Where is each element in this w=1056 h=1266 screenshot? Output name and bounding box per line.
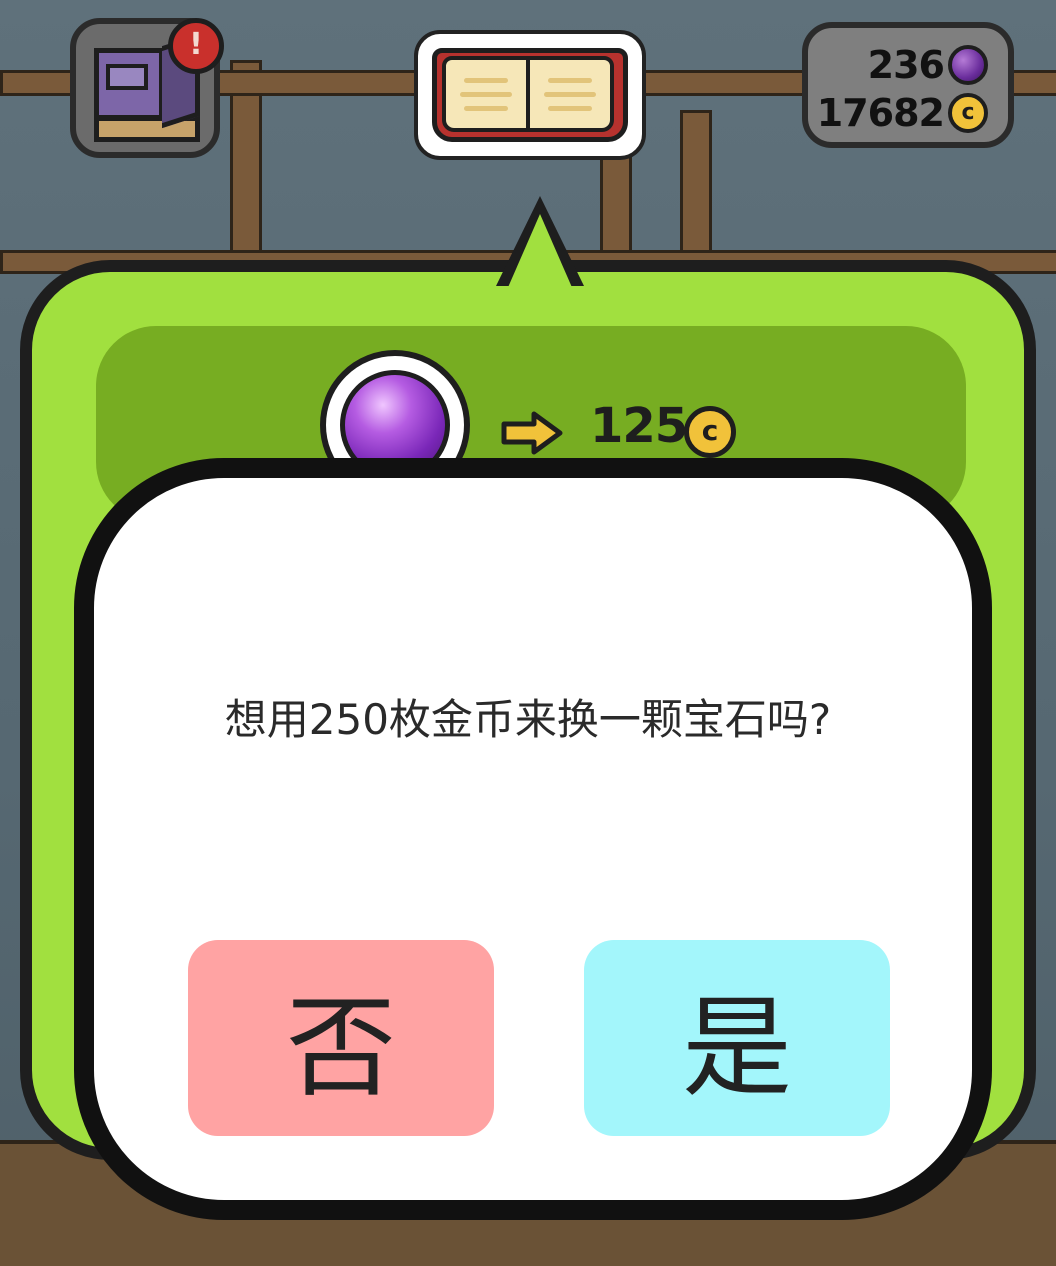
coin-count: 17682 — [816, 91, 945, 135]
coin-icon: c — [684, 406, 736, 458]
gem-counter: 236 — [868, 42, 988, 88]
currency-panel: 236 17682 c — [802, 22, 1014, 148]
gem-count: 236 — [867, 43, 945, 87]
book-button[interactable] — [414, 30, 646, 160]
coin-icon: c — [948, 93, 988, 133]
gem-icon — [948, 45, 988, 85]
no-button[interactable]: 否 — [188, 940, 494, 1136]
notification-badge: ! — [168, 18, 224, 74]
yes-button[interactable]: 是 — [584, 940, 890, 1136]
exchange-rate-value: 125 — [590, 398, 688, 454]
arrow-right-icon — [501, 411, 563, 455]
game-screen: ! 236 17682 c 125 c 想用250枚金币来换一颗宝石吗? 否 是 — [0, 0, 1056, 1266]
coin-counter: 17682 c — [817, 90, 988, 136]
dialog-message: 想用250枚金币来换一颗宝石吗? — [224, 695, 832, 744]
